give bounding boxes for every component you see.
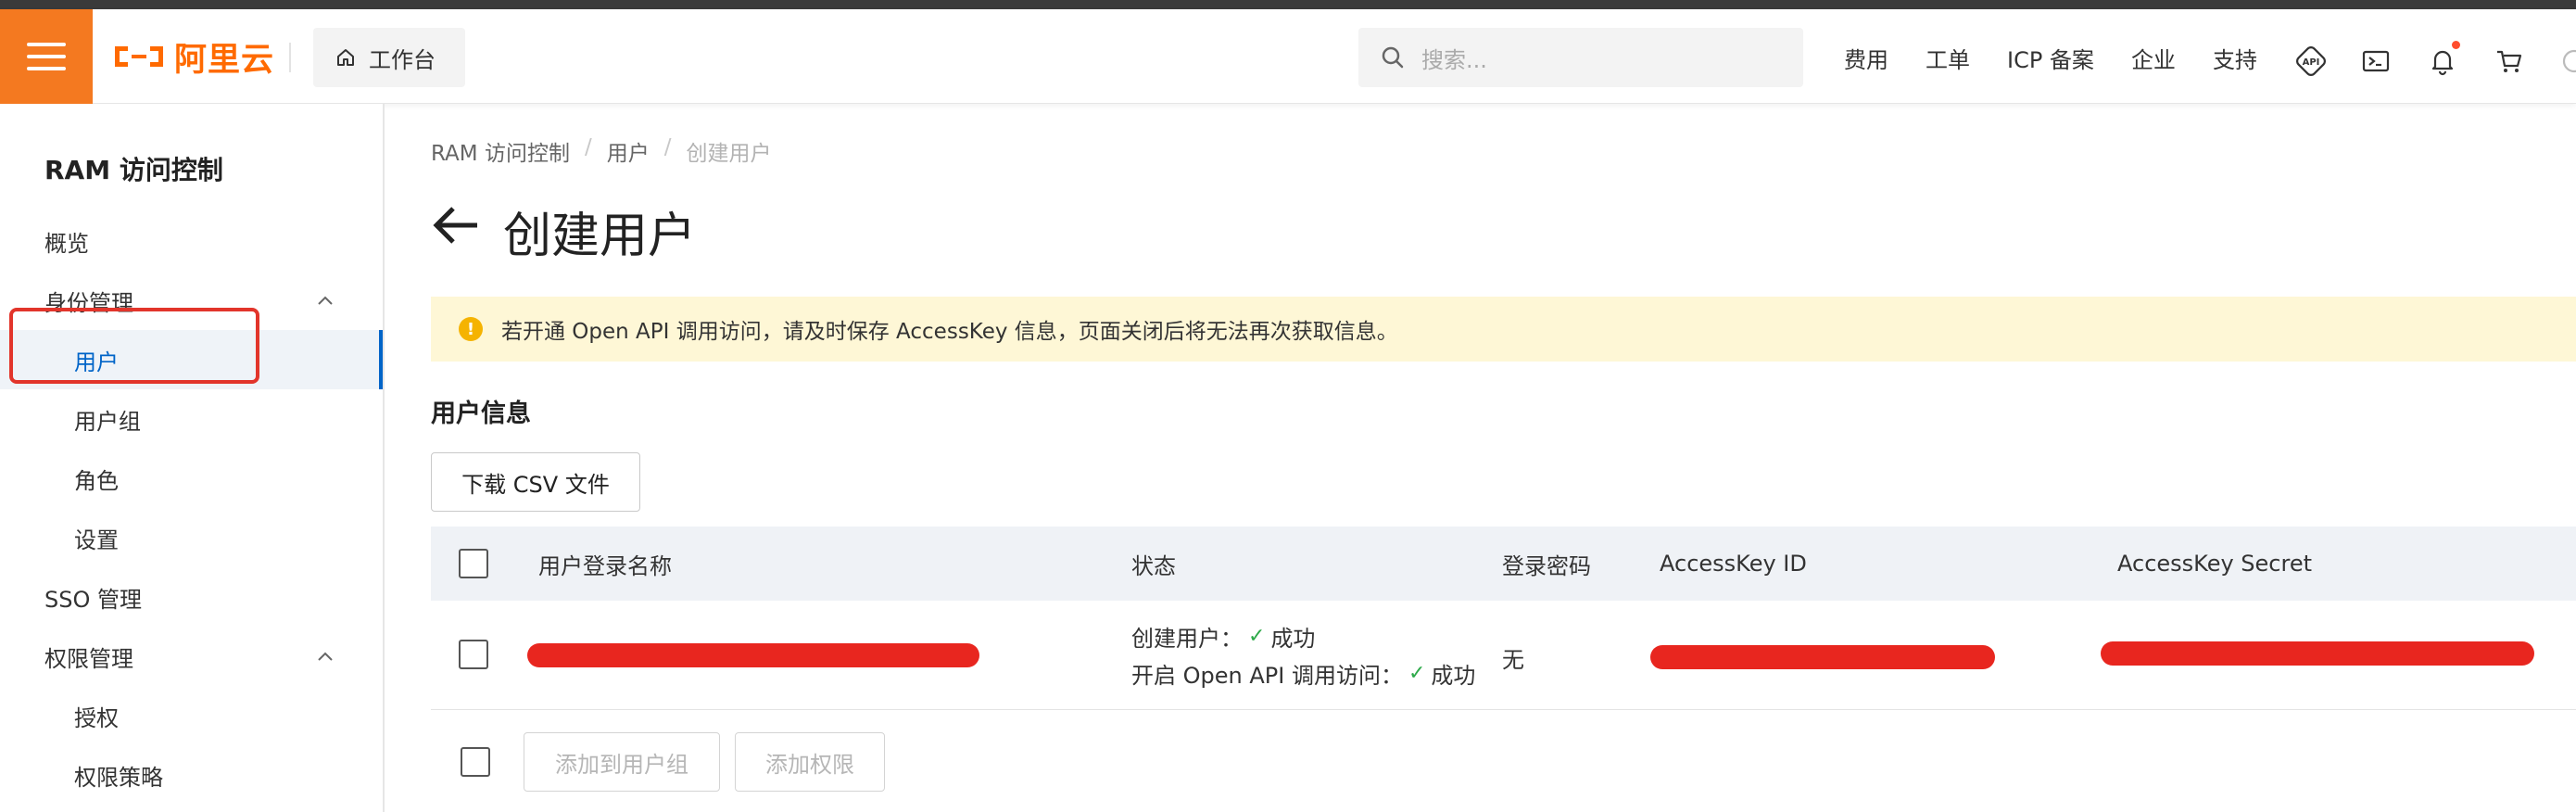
nav-link-icp[interactable]: ICP 备案	[2007, 42, 2094, 74]
redacted-login-name	[527, 643, 979, 667]
sidebar-item-permission-management[interactable]: 权限管理	[0, 627, 383, 686]
sidebar-item-label: 概览	[44, 230, 89, 257]
search-placeholder: 搜索...	[1421, 46, 1487, 73]
aliyun-logo[interactable]: 阿里云	[111, 33, 274, 80]
nav-link-tickets[interactable]: 工单	[1926, 42, 1970, 74]
column-header-accesskey-secret: AccessKey Secret	[2117, 551, 2313, 577]
redacted-accesskey-secret	[2101, 641, 2534, 666]
sidebar-item-roles[interactable]: 角色	[0, 449, 383, 508]
table-header: 用户登录名称 状态 登录密码 AccessKey ID AccessKey Se…	[431, 527, 2576, 601]
cart-icon[interactable]	[2494, 46, 2524, 76]
status-create-user: 创建用户： ✓ 成功	[1131, 617, 1475, 654]
sidebar: RAM 访问控制 概览 身份管理 用户 用户组 角色 设置 SSO 管理 权限管…	[0, 104, 385, 812]
aliyun-logo-mark-icon	[115, 46, 163, 67]
status-open-api: 开启 Open API 调用访问： ✓ 成功	[1131, 654, 1475, 691]
breadcrumb-ram[interactable]: RAM 访问控制	[431, 135, 570, 167]
sidebar-title: RAM 访问控制	[44, 155, 223, 185]
sidebar-item-settings[interactable]: 设置	[0, 508, 383, 567]
status-label: 创建用户：	[1131, 625, 1243, 652]
svg-text:API: API	[2303, 57, 2320, 68]
nav-link-enterprise[interactable]: 企业	[2131, 42, 2176, 74]
main-content: RAM 访问控制 / 用户 / 创建用户 创建用户 ! 若开通 Open API…	[386, 104, 2576, 812]
sidebar-item-overview[interactable]: 概览	[0, 211, 383, 271]
workbench-button[interactable]: 工作台	[313, 28, 465, 87]
footer-select-checkbox[interactable]	[461, 747, 490, 777]
status-result: 成功	[1431, 662, 1476, 689]
nav-link-support[interactable]: 支持	[2213, 42, 2257, 74]
notification-dot	[2452, 41, 2460, 49]
status-result: 成功	[1270, 625, 1316, 652]
column-header-status: 状态	[1131, 552, 1176, 579]
sidebar-item-policies[interactable]: 权限策略	[0, 745, 383, 805]
column-header-login-name: 用户登录名称	[538, 552, 672, 579]
bell-icon[interactable]	[2428, 46, 2457, 76]
api-icon[interactable]: API	[2296, 46, 2326, 76]
password-cell: 无	[1502, 647, 1524, 673]
sidebar-item-label: 权限管理	[44, 645, 133, 672]
back-arrow-icon[interactable]	[431, 204, 483, 247]
sidebar-item-label: 设置	[74, 527, 119, 553]
sidebar-item-user-groups[interactable]: 用户组	[0, 389, 383, 449]
check-icon: ✓	[1248, 624, 1266, 648]
table-row: 创建用户： ✓ 成功 开启 Open API 调用访问： ✓ 成功 无	[431, 601, 2576, 710]
section-title: 用户信息	[431, 400, 531, 428]
menu-icon[interactable]	[0, 9, 93, 104]
sidebar-item-label: 用户组	[74, 408, 141, 435]
breadcrumb-separator: /	[663, 135, 672, 159]
sidebar-item-label: SSO 管理	[44, 586, 142, 613]
row-checkbox[interactable]	[459, 640, 488, 669]
download-csv-button[interactable]: 下载 CSV 文件	[431, 452, 640, 512]
column-header-password: 登录密码	[1502, 552, 1591, 579]
status-label: 开启 Open API 调用访问：	[1131, 662, 1403, 689]
sidebar-item-label: 授权	[74, 704, 119, 731]
add-to-user-group-button[interactable]: 添加到用户组	[524, 732, 720, 792]
notice-text: 若开通 Open API 调用访问，请及时保存 AccessKey 信息，页面关…	[501, 320, 1398, 344]
search-input[interactable]: 搜索...	[1358, 28, 1803, 87]
breadcrumb-current: 创建用户	[686, 142, 772, 166]
breadcrumb: RAM 访问控制 / 用户 / 创建用户	[431, 135, 771, 167]
nav-link-fees[interactable]: 费用	[1844, 42, 1888, 74]
workbench-label: 工作台	[369, 46, 436, 73]
status-cell: 创建用户： ✓ 成功 开启 Open API 调用访问： ✓ 成功	[1131, 617, 1475, 691]
sidebar-item-label: 权限策略	[74, 764, 163, 791]
check-icon: ✓	[1408, 661, 1426, 685]
chat-icon[interactable]	[2559, 46, 2576, 76]
page-title: 创建用户	[503, 209, 697, 264]
redacted-accesskey-id	[1650, 645, 1995, 669]
header-nav-links: 费用 工单 ICP 备案 企业 支持	[1844, 28, 2294, 87]
breadcrumb-users[interactable]: 用户	[607, 135, 650, 167]
sidebar-item-label: 角色	[74, 467, 119, 494]
sidebar-item-grants[interactable]: 授权	[0, 686, 383, 745]
column-header-accesskey-id: AccessKey ID	[1660, 551, 1807, 577]
table-footer: 添加到用户组 添加权限	[431, 710, 2576, 803]
chevron-up-icon	[318, 652, 333, 661]
chevron-up-icon	[318, 296, 333, 305]
warning-icon: !	[459, 317, 483, 341]
terminal-icon[interactable]	[2361, 46, 2391, 76]
divider	[289, 43, 291, 72]
top-navigation-bar: 阿里云 工作台 搜索... 费用 工单 ICP 备案 企业 支持 API	[0, 9, 2576, 104]
top-strip	[0, 0, 2576, 9]
select-all-checkbox[interactable]	[459, 549, 488, 578]
logo-text: 阿里云	[174, 41, 275, 79]
home-icon	[337, 49, 354, 66]
notice-banner: ! 若开通 Open API 调用访问，请及时保存 AccessKey 信息，页…	[431, 297, 2576, 362]
annotation-highlight-box	[9, 308, 259, 384]
search-icon	[1382, 46, 1404, 69]
sidebar-item-sso[interactable]: SSO 管理	[0, 567, 383, 627]
breadcrumb-separator: /	[584, 135, 592, 159]
add-permission-button[interactable]: 添加权限	[735, 732, 885, 792]
